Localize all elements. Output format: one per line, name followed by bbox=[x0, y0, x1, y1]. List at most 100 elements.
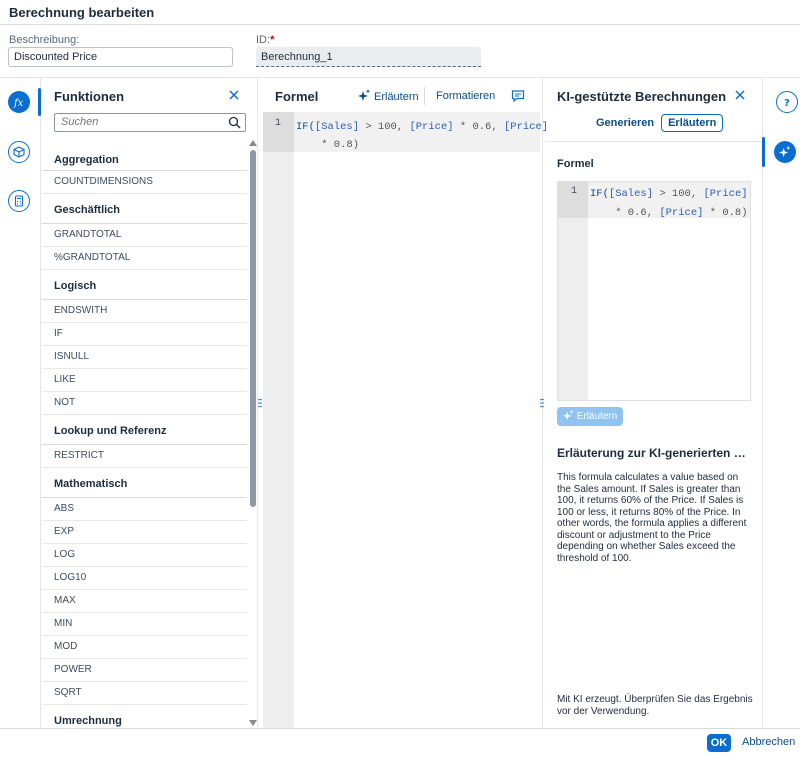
function-search-input[interactable] bbox=[55, 114, 225, 130]
scroll-down-arrow[interactable] bbox=[249, 720, 257, 726]
code-keyword: IF( bbox=[296, 121, 315, 133]
function-item[interactable]: LIKE bbox=[42, 369, 247, 392]
code-reference: [Sales] bbox=[608, 188, 654, 200]
cube-icon[interactable] bbox=[8, 141, 30, 163]
function-item[interactable]: LOG10 bbox=[42, 567, 247, 590]
right-rail: ? bbox=[762, 78, 800, 728]
function-item[interactable]: ABS bbox=[42, 498, 247, 521]
dialog-title: Berechnung bearbeiten bbox=[9, 5, 155, 20]
ai-explain-button-label: Erläutern bbox=[576, 411, 618, 422]
function-item[interactable]: COUNTDIMENSIONS bbox=[42, 171, 247, 194]
svg-text:?: ? bbox=[784, 98, 790, 108]
ai-panel-title: KI-gestützte Berechnungen bbox=[557, 89, 727, 104]
formula-editor[interactable]: 1 IF([Sales] > 100, [Price] * 0.6, [Pric… bbox=[263, 112, 548, 728]
ai-formula-editor[interactable]: 1 IF([Sales] > 100, [Price] * 0.6, [Pric… bbox=[557, 181, 751, 401]
tab-generate[interactable]: Generieren bbox=[589, 114, 661, 132]
id-label: ID:* bbox=[256, 34, 274, 46]
explanation-text: This formula calculates a value based on… bbox=[557, 472, 747, 564]
ai-formula-label: Formel bbox=[557, 158, 594, 170]
function-item[interactable]: ENDSWITH bbox=[42, 300, 247, 323]
comment-icon[interactable] bbox=[511, 89, 525, 106]
line-number: 1 bbox=[275, 118, 282, 129]
function-group-header: Aggregation bbox=[42, 146, 247, 171]
function-item[interactable]: ISNULL bbox=[42, 346, 247, 369]
toolbar-separator bbox=[424, 87, 425, 105]
ai-sparkle-icon[interactable] bbox=[774, 141, 796, 163]
id-label-text: ID: bbox=[256, 34, 271, 46]
ai-panel: KI-gestützte Berechnungen Generieren Erl… bbox=[545, 78, 762, 728]
line-gutter bbox=[263, 112, 294, 728]
divider bbox=[545, 141, 762, 142]
explain-button[interactable]: Erläutern bbox=[358, 89, 419, 105]
code-operator: * 0.8) bbox=[703, 207, 748, 219]
panel-splitter[interactable] bbox=[540, 398, 544, 408]
function-item[interactable]: SQRT bbox=[42, 682, 247, 705]
code-reference: [Price] bbox=[409, 121, 454, 133]
id-field: Berechnung_1 bbox=[256, 47, 481, 67]
panel-splitter[interactable] bbox=[258, 398, 262, 408]
function-item[interactable]: POWER bbox=[42, 659, 247, 682]
ai-sparkle-icon bbox=[562, 409, 574, 424]
function-group-header: Logisch bbox=[42, 270, 247, 300]
function-list: Aggregation COUNTDIMENSIONS Geschäftlich GR… bbox=[42, 146, 247, 728]
functions-panel: Funktionen AggregationCOUNTDIMENSIONSGes… bbox=[42, 78, 258, 728]
calculator-icon[interactable] bbox=[8, 190, 30, 212]
description-input[interactable] bbox=[8, 47, 233, 67]
function-item[interactable]: GRANDTOTAL bbox=[42, 224, 247, 247]
explain-button-label: Erläutern bbox=[374, 91, 419, 103]
code-operator: > 100, bbox=[653, 188, 704, 200]
format-button[interactable]: Formatieren bbox=[436, 90, 495, 102]
cancel-button[interactable]: Abbrechen bbox=[742, 736, 795, 748]
tab-explain[interactable]: Erläutern bbox=[661, 114, 724, 132]
code-reference: [Price] bbox=[503, 121, 549, 133]
formula-title: Formel bbox=[275, 89, 319, 104]
ai-explain-button[interactable]: Erläutern bbox=[557, 407, 623, 426]
function-item[interactable]: MAX bbox=[42, 590, 247, 613]
function-item[interactable]: RESTRICT bbox=[42, 445, 247, 468]
code-keyword: IF( bbox=[590, 188, 609, 200]
close-icon[interactable] bbox=[734, 89, 746, 104]
help-icon[interactable]: ? bbox=[776, 91, 798, 113]
active-rail-indicator bbox=[38, 88, 41, 116]
function-group-header: Mathematisch bbox=[42, 468, 247, 498]
ai-disclaimer: Mit KI erzeugt. Überprüfen Sie das Ergeb… bbox=[557, 694, 753, 717]
code-continuation: * 0.8) bbox=[296, 139, 360, 151]
code-reference: [Price] bbox=[659, 207, 704, 219]
function-group-header: Lookup und Referenz bbox=[42, 415, 247, 445]
search-icon[interactable] bbox=[228, 116, 241, 132]
ai-formula-code[interactable]: IF([Sales] > 100, [Price] * 0.6, [Price]… bbox=[590, 185, 748, 223]
code-operator: * 0.6, bbox=[590, 207, 660, 219]
dialog-footer: OK Abbrechen bbox=[0, 728, 800, 757]
line-number: 1 bbox=[571, 186, 578, 197]
function-group-header: Umrechnung bbox=[42, 705, 247, 728]
functions-title: Funktionen bbox=[54, 89, 125, 104]
function-search bbox=[54, 113, 246, 132]
function-item[interactable]: NOT bbox=[42, 392, 247, 415]
close-icon[interactable] bbox=[228, 89, 242, 103]
function-item[interactable]: IF bbox=[42, 323, 247, 346]
function-item[interactable]: EXP bbox=[42, 521, 247, 544]
scrollbar-thumb[interactable] bbox=[250, 150, 256, 507]
scroll-up-arrow[interactable] bbox=[249, 140, 257, 146]
svg-text:fx: fx bbox=[13, 98, 24, 108]
code-reference: [Sales] bbox=[314, 121, 360, 133]
function-item[interactable]: LOG bbox=[42, 544, 247, 567]
code-reference: [Price] bbox=[703, 188, 748, 200]
ai-sparkle-icon bbox=[358, 89, 371, 105]
ok-button[interactable]: OK bbox=[707, 734, 731, 752]
function-icon[interactable]: fx bbox=[8, 91, 30, 113]
ai-mode-toggle: Generieren Erläutern bbox=[589, 114, 724, 132]
required-mark: * bbox=[270, 34, 275, 46]
dialog-header: Berechnung bearbeiten bbox=[0, 0, 800, 25]
function-group-header: Geschäftlich bbox=[42, 194, 247, 224]
code-operator: * 0.6, bbox=[453, 121, 504, 133]
formula-panel: Formel Erläutern Formatieren 1 IF([Sales… bbox=[263, 78, 548, 728]
explanation-title: Erläuterung zur KI-generierten Formel bbox=[557, 446, 753, 460]
code-operator: > 100, bbox=[359, 121, 410, 133]
left-rail: fx bbox=[0, 78, 41, 728]
description-label: Beschreibung: bbox=[9, 34, 80, 46]
formula-code[interactable]: IF([Sales] > 100, [Price] * 0.6, [Price]… bbox=[296, 118, 548, 154]
function-item[interactable]: MOD bbox=[42, 636, 247, 659]
function-item[interactable]: %GRANDTOTAL bbox=[42, 247, 247, 270]
function-item[interactable]: MIN bbox=[42, 613, 247, 636]
